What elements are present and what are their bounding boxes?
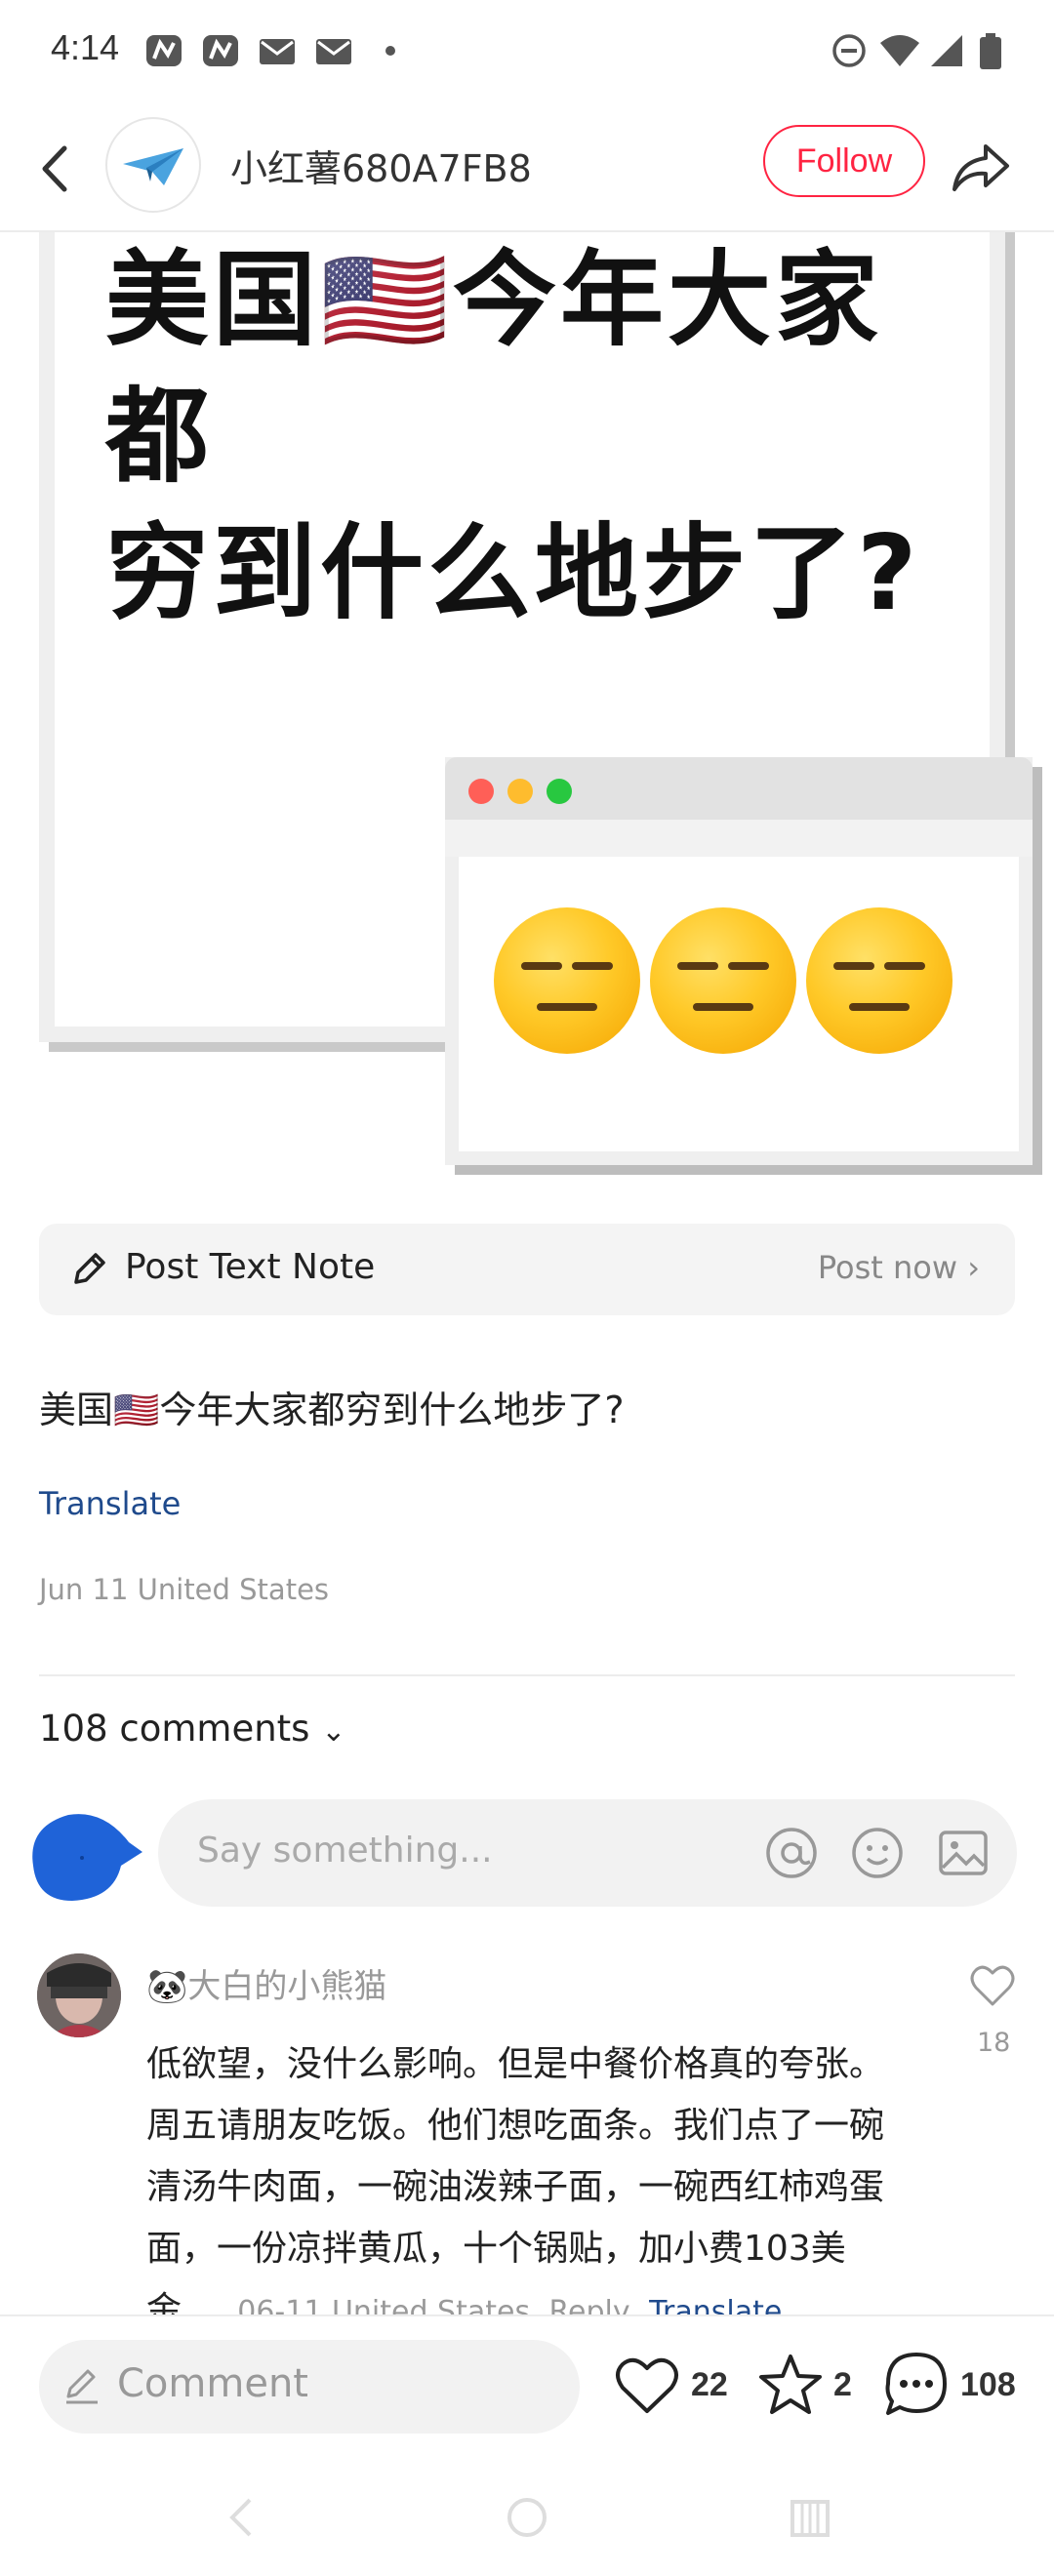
heart-icon[interactable] [968, 1961, 1017, 2010]
comment-meta: 06-11 United States [237, 2295, 531, 2314]
mention-icon[interactable] [763, 1825, 820, 1881]
translate-link[interactable]: Translate [39, 1485, 181, 1522]
post-meta: Jun 11 United States [39, 1573, 330, 1606]
pen-icon [66, 2369, 98, 2404]
chevron-right-icon: › [967, 1249, 980, 1286]
chevron-down-icon: ⌄ [321, 1714, 346, 1749]
nav-recents-icon[interactable] [781, 2488, 839, 2547]
follow-button[interactable]: Follow [763, 125, 925, 197]
dot-icon [385, 46, 395, 56]
comment-placeholder: Comment [117, 2361, 308, 2406]
commenter-photo [37, 1953, 121, 2037]
expressionless-face-icon [650, 907, 796, 1054]
like-action[interactable]: 22 [613, 2344, 728, 2426]
author-name[interactable]: 小红薯680A7FB8 [230, 139, 532, 192]
comment-like-count: 18 [977, 2028, 1011, 2058]
status-bar: 4:14 [0, 0, 1054, 105]
say-something-placeholder: Say something... [197, 1831, 493, 1871]
commenter-avatar[interactable] [37, 1953, 121, 2037]
chat-bubble-icon [885, 2353, 947, 2415]
window-titlebar [445, 757, 1033, 820]
expressionless-face-icon [494, 907, 640, 1054]
comment-count: 108 [960, 2365, 1016, 2403]
wifi-icon [880, 35, 919, 66]
post-text: 美国🇺🇸今年大家都穷到什么地步了? [39, 1389, 625, 1431]
post-text-note-bar[interactable]: Post Text Note Post now › [39, 1224, 1015, 1315]
say-something-input[interactable]: Say something... [158, 1799, 1017, 1907]
my-avatar[interactable] [20, 1807, 142, 1905]
nav-back-icon[interactable] [215, 2488, 273, 2547]
signal-icon [931, 35, 962, 66]
like-count: 22 [691, 2365, 728, 2403]
comment-author[interactable]: 🐼大白的小熊猫 [146, 1959, 386, 2007]
post-now-label: Post now [817, 1249, 958, 1286]
status-time: 4:14 [51, 27, 120, 67]
mail-icon [316, 39, 351, 64]
author-avatar[interactable] [105, 117, 201, 213]
expressionless-face-icon [806, 907, 953, 1054]
nav-home-icon[interactable] [498, 2488, 556, 2547]
post-now-link[interactable]: Post now › [818, 1249, 980, 1286]
headline-line: 美国🇺🇸今年大家都 [105, 240, 882, 497]
star-icon [759, 2355, 822, 2414]
bottom-action-bar: Comment 22 2 108 [0, 2314, 1054, 2453]
comment-input[interactable]: Comment [39, 2340, 580, 2434]
comment-translate-link[interactable]: Translate [649, 2295, 782, 2314]
do-not-disturb-icon [832, 34, 866, 67]
comments-count-label: 108 comments [39, 1708, 310, 1750]
comment-action[interactable]: 108 [882, 2344, 1016, 2426]
share-icon[interactable] [947, 133, 1015, 201]
maximize-dot-icon [547, 779, 572, 804]
image-window [445, 757, 1033, 1165]
image-icon[interactable] [935, 1825, 992, 1881]
paper-plane-icon [123, 148, 183, 185]
comment-text: 低欲望，没什么影响。但是中餐价格真的夸张。周五请朋友吃饭。他们想吃面条。我们点了… [146, 2044, 885, 2314]
heart-icon [616, 2357, 678, 2413]
window-toolbar [445, 820, 1033, 857]
system-nav-bar [0, 2453, 1054, 2576]
emoji-row [494, 907, 953, 1054]
divider [39, 1674, 1015, 1676]
battery-icon [980, 33, 1001, 69]
post-text-note-label: Post Text Note [125, 1247, 376, 1287]
minimize-dot-icon [507, 779, 533, 804]
back-icon[interactable] [29, 135, 88, 203]
mail-icon [260, 39, 295, 64]
app-notification-icon [146, 35, 182, 66]
app-notification-icon [203, 35, 238, 66]
comments-count-toggle[interactable]: 108 comments ⌄ [39, 1708, 345, 1750]
post-image[interactable]: 美国🇺🇸今年大家都 穷到什么地步了? [0, 232, 1054, 1188]
collect-count: 2 [833, 2365, 852, 2403]
post-header: 小红薯680A7FB8 Follow [0, 105, 1054, 232]
close-dot-icon [468, 779, 494, 804]
emoji-icon[interactable] [849, 1825, 906, 1881]
image-headline: 美国🇺🇸今年大家都 穷到什么地步了? [105, 232, 984, 642]
comment-body: 低欲望，没什么影响。但是中餐价格真的夸张。周五请朋友吃饭。他们想吃面条。我们点了… [146, 2033, 917, 2314]
headline-line: 穷到什么地步了? [105, 513, 921, 633]
collect-action[interactable]: 2 [757, 2344, 852, 2426]
pencil-icon [74, 1253, 105, 1284]
comment-reply-link[interactable]: Reply [549, 2295, 630, 2314]
